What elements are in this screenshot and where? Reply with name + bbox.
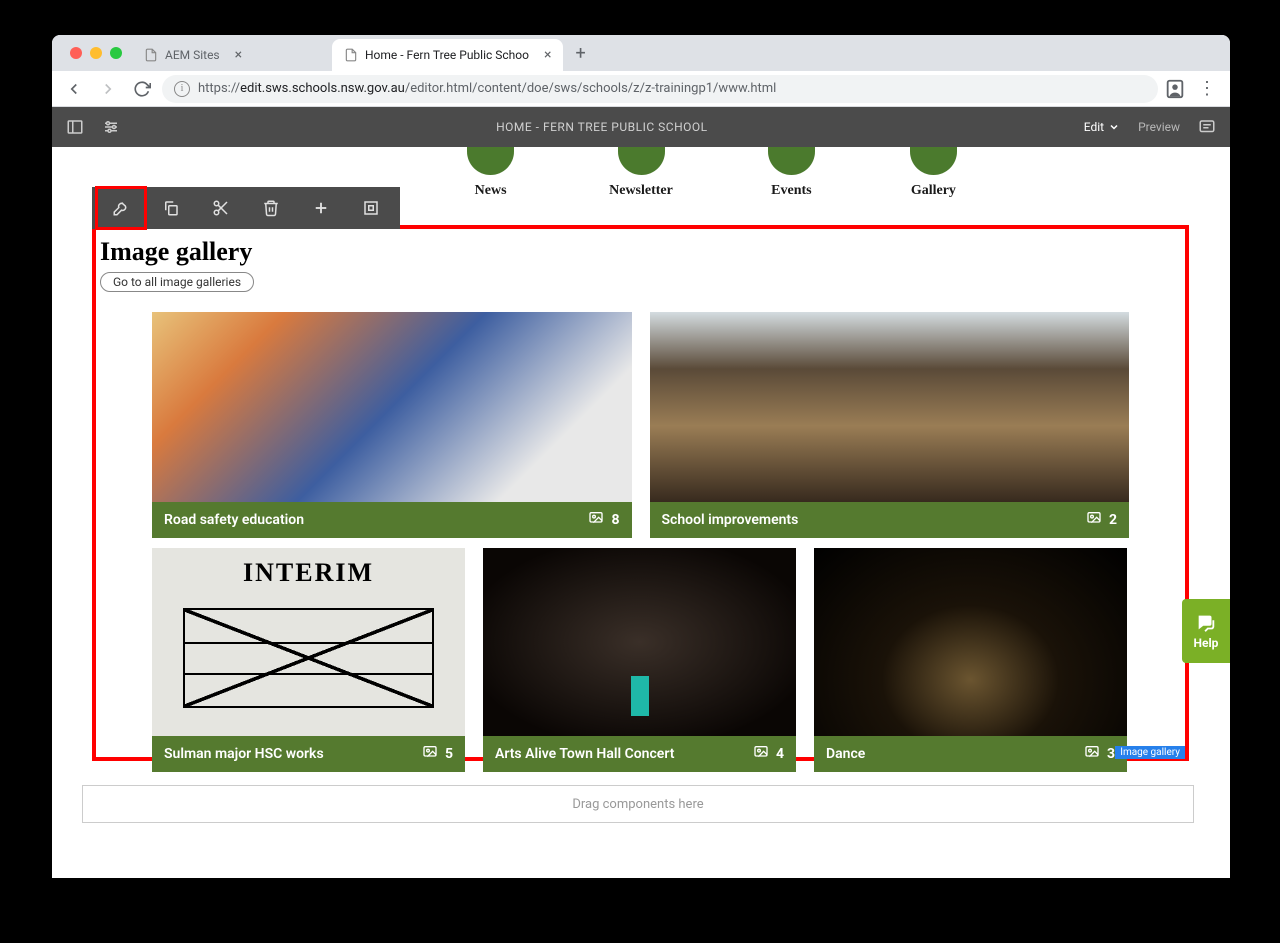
gallery-card[interactable]: Arts Alive Town Hall Concert 4	[483, 548, 796, 772]
image-gallery-component[interactable]: Image gallery Go to all image galleries …	[92, 225, 1189, 761]
configure-button[interactable]	[96, 187, 146, 229]
scissors-icon	[212, 199, 230, 217]
cut-button[interactable]	[196, 187, 246, 229]
gallery-card[interactable]: Dance 3	[814, 548, 1127, 772]
tab-title: AEM Sites	[165, 48, 220, 62]
back-button[interactable]	[60, 75, 88, 103]
image-icon	[421, 744, 439, 764]
gallery-card-title: Dance	[826, 746, 865, 762]
close-tab-icon[interactable]: ×	[536, 47, 551, 63]
quicklink-gallery[interactable]: Gallery	[910, 147, 957, 199]
copy-icon	[162, 199, 180, 217]
gallery-card[interactable]: INTERIM Sulman major HSC works 5	[152, 548, 465, 772]
annotate-icon[interactable]	[1198, 118, 1216, 136]
gallery-card-count: 5	[445, 746, 453, 762]
close-tab-icon[interactable]: ×	[227, 47, 242, 63]
url-text: https://edit.sws.schools.nsw.gov.au/edit…	[198, 81, 776, 96]
image-icon	[910, 147, 957, 175]
browser-menu-icon[interactable]: ⋮	[1192, 78, 1222, 99]
mode-dropdown[interactable]: Edit	[1084, 120, 1120, 134]
parent-icon	[362, 199, 380, 217]
gallery-card-title: Road safety education	[164, 512, 304, 528]
editor-toolbar: HOME - FERN TREE PUBLIC SCHOOL Edit Prev…	[52, 107, 1230, 147]
browser-tab[interactable]: AEM Sites ×	[132, 39, 332, 71]
forward-button[interactable]	[94, 75, 122, 103]
gallery-card[interactable]: Road safety education 8	[152, 312, 632, 538]
plus-icon	[312, 199, 330, 217]
image-icon	[752, 744, 770, 764]
page-icon	[144, 48, 158, 62]
gallery-card-title: Arts Alive Town Hall Concert	[495, 746, 674, 762]
site-info-icon[interactable]: i	[174, 81, 190, 97]
image-icon	[1083, 744, 1101, 764]
gallery-card-count: 3	[1107, 746, 1115, 762]
newsletter-icon	[618, 147, 665, 175]
maximize-window-button[interactable]	[110, 47, 122, 59]
address-bar[interactable]: i https://edit.sws.schools.nsw.gov.au/ed…	[162, 75, 1158, 103]
preview-button[interactable]: Preview	[1138, 120, 1180, 134]
nav-bar: i https://edit.sws.schools.nsw.gov.au/ed…	[52, 71, 1230, 107]
browser-tab-active[interactable]: Home - Fern Tree Public Schoo ×	[332, 39, 563, 71]
gallery-thumbnail	[483, 548, 796, 736]
reload-button[interactable]	[128, 75, 156, 103]
delete-button[interactable]	[246, 187, 296, 229]
gallery-card-count: 4	[776, 746, 784, 762]
parent-button[interactable]	[346, 187, 396, 229]
window-controls	[60, 35, 132, 71]
gallery-card[interactable]: School improvements 2	[650, 312, 1130, 538]
tab-title: Home - Fern Tree Public Schoo	[365, 48, 529, 62]
gallery-card-title: Sulman major HSC works	[164, 746, 324, 762]
gallery-thumbnail	[650, 312, 1130, 502]
trash-icon	[262, 199, 280, 217]
new-tab-button[interactable]: +	[563, 43, 597, 64]
document-icon	[467, 147, 514, 175]
copy-button[interactable]	[146, 187, 196, 229]
drop-zone[interactable]: Drag components here	[82, 785, 1194, 823]
insert-button[interactable]	[296, 187, 346, 229]
minimize-window-button[interactable]	[90, 47, 102, 59]
image-icon	[1085, 510, 1103, 530]
browser-window: AEM Sites × Home - Fern Tree Public Scho…	[52, 35, 1230, 878]
gallery-thumbnail: INTERIM	[152, 548, 465, 736]
image-icon	[587, 510, 605, 530]
all-galleries-button[interactable]: Go to all image galleries	[100, 272, 254, 292]
chevron-down-icon	[1108, 121, 1120, 133]
tab-bar: AEM Sites × Home - Fern Tree Public Scho…	[52, 35, 1230, 71]
quicklink-events[interactable]: Events	[768, 147, 815, 199]
gallery-thumbnail	[152, 312, 632, 502]
wrench-icon	[112, 199, 130, 217]
content-canvas: News Newsletter Events Gallery	[52, 147, 1230, 878]
component-toolbar	[92, 187, 400, 229]
close-window-button[interactable]	[70, 47, 82, 59]
quicklink-newsletter[interactable]: Newsletter	[609, 147, 673, 199]
chat-icon	[1195, 612, 1217, 634]
help-button[interactable]: Help	[1182, 599, 1230, 663]
calendar-icon	[768, 147, 815, 175]
page-properties-icon[interactable]	[102, 118, 120, 136]
side-panel-icon[interactable]	[66, 118, 84, 136]
page-title: HOME - FERN TREE PUBLIC SCHOOL	[120, 120, 1084, 134]
gallery-card-title: School improvements	[662, 512, 799, 528]
gallery-card-count: 8	[611, 512, 619, 528]
gallery-thumbnail	[814, 548, 1127, 736]
gallery-heading: Image gallery	[96, 237, 1185, 271]
gallery-grid: Road safety education 8 School improveme…	[96, 292, 1185, 772]
component-label-badge: Image gallery	[1115, 746, 1185, 759]
gallery-card-count: 2	[1109, 512, 1117, 528]
quicklink-news[interactable]: News	[467, 147, 514, 199]
profile-icon[interactable]	[1164, 78, 1186, 100]
page-icon	[344, 48, 358, 62]
